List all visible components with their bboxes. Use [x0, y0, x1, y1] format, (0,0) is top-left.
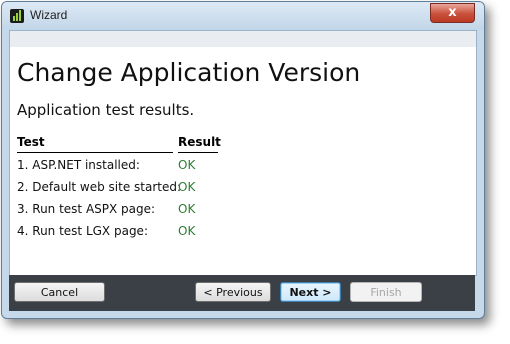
header-strip: [10, 31, 476, 47]
test-result: OK: [178, 158, 196, 172]
close-button[interactable]: x: [430, 3, 475, 23]
page-title: Change Application Version: [17, 58, 361, 87]
finish-button: Finish: [350, 282, 422, 302]
test-result: OK: [178, 224, 196, 238]
button-bar: Cancel < Previous Next > Finish: [9, 275, 475, 311]
test-name: 2. Default web site started:: [17, 180, 182, 194]
content-panel: Change Application Version Application t…: [9, 30, 477, 276]
previous-button[interactable]: < Previous: [195, 282, 271, 302]
close-icon: x: [448, 5, 457, 20]
next-button[interactable]: Next >: [280, 282, 341, 302]
page-subtitle: Application test results.: [17, 101, 195, 119]
title-bar[interactable]: Wizard x: [2, 2, 484, 30]
test-name: 4. Run test LGX page:: [17, 224, 148, 238]
bar-chart-icon: [10, 9, 24, 23]
cancel-button[interactable]: Cancel: [14, 282, 105, 302]
test-result: OK: [178, 202, 196, 216]
column-header-test: Test: [17, 135, 173, 153]
test-name: 1. ASP.NET installed:: [17, 158, 140, 172]
column-header-result: Result: [178, 135, 221, 153]
wizard-window: Wizard x Change Application Version Appl…: [1, 1, 485, 319]
test-name: 3. Run test ASPX page:: [17, 202, 156, 216]
window-title: Wizard: [30, 8, 68, 22]
test-result: OK: [178, 180, 196, 194]
